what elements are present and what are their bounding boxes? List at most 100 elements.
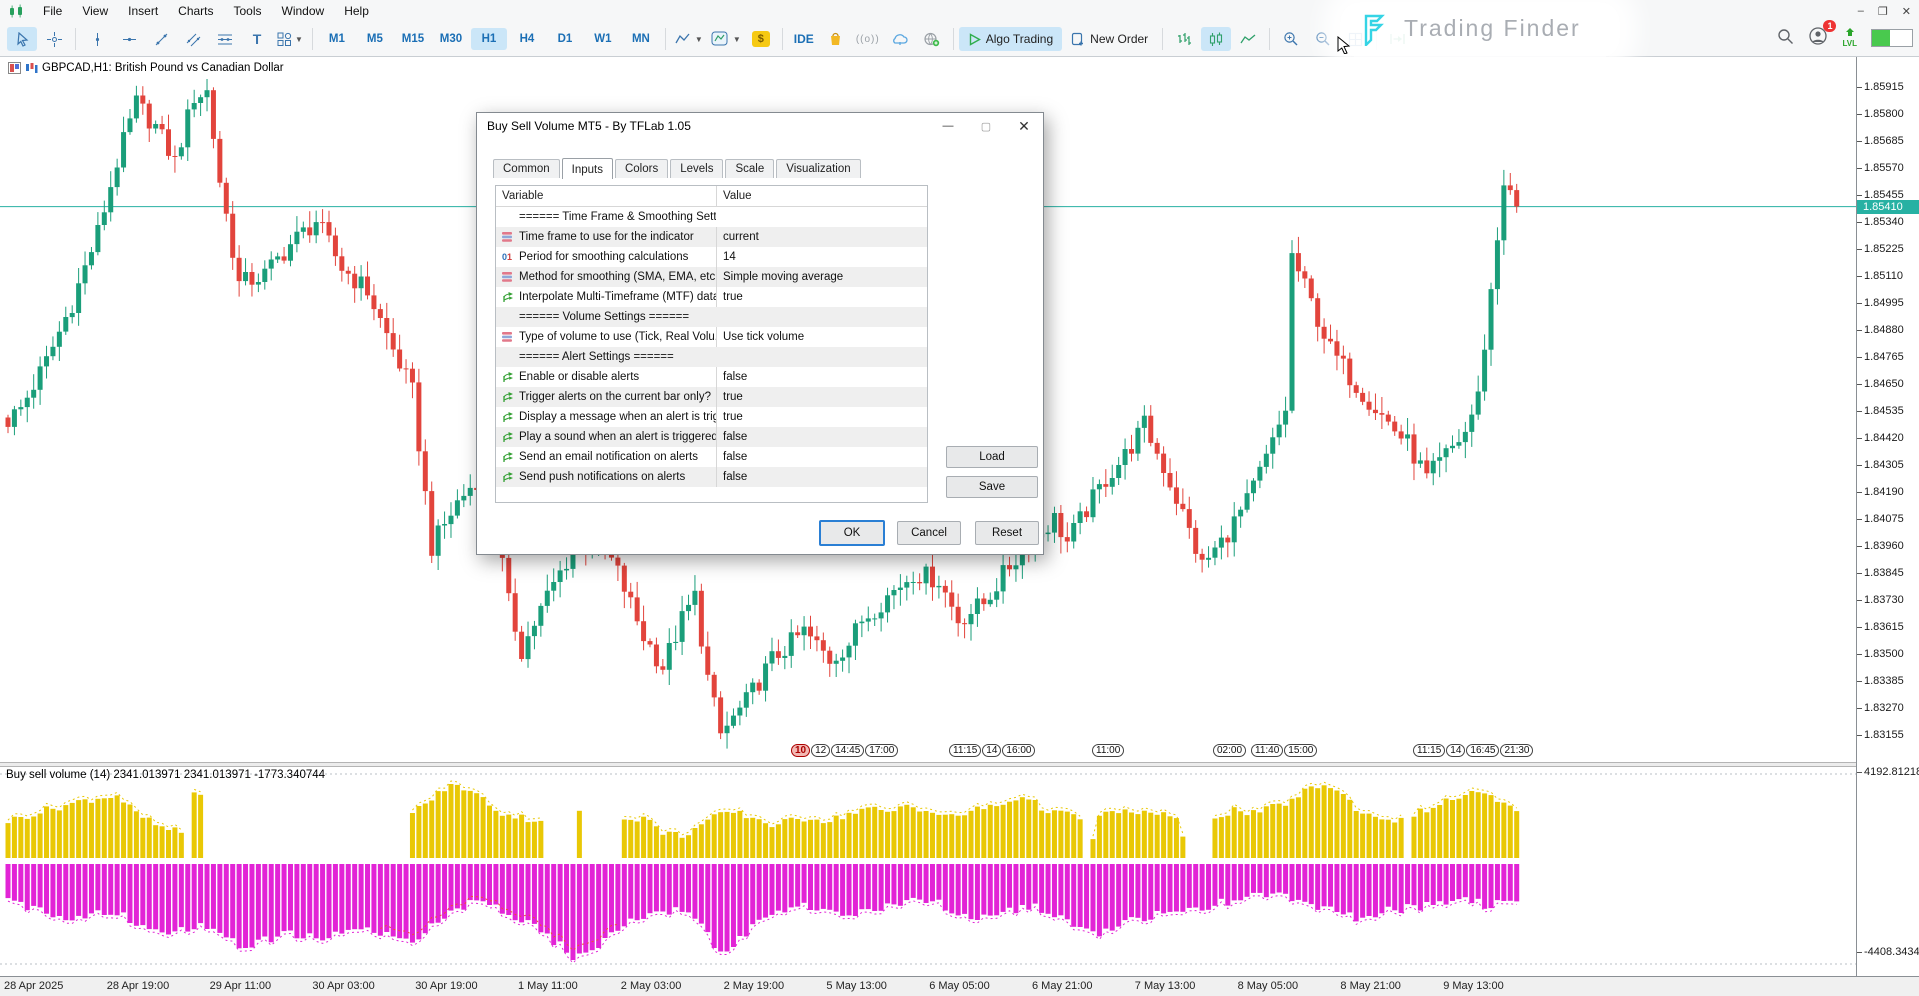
timeframe-MN[interactable]: MN xyxy=(623,28,659,50)
cancel-button[interactable]: Cancel xyxy=(897,521,961,545)
dialog-minimize-button[interactable]: — xyxy=(929,120,967,132)
input-row[interactable]: 01Period for smoothing calculations14 xyxy=(496,247,927,267)
indicators-button[interactable]: ▼ xyxy=(672,27,706,51)
zoom-in-button[interactable] xyxy=(1276,27,1306,51)
menu-charts[interactable]: Charts xyxy=(168,1,223,21)
input-row[interactable]: Display a message when an alert is trig.… xyxy=(496,407,927,427)
variable-column-header[interactable]: Variable xyxy=(496,186,716,206)
horizontal-line-tool-button[interactable] xyxy=(114,27,144,51)
input-row[interactable]: Trigger alerts on the current bar only?t… xyxy=(496,387,927,407)
alert-time-tag[interactable]: 11:00 xyxy=(1092,744,1124,757)
menu-window[interactable]: Window xyxy=(272,1,335,21)
cloud-button[interactable] xyxy=(885,27,915,51)
timeframe-H1[interactable]: H1 xyxy=(471,28,507,50)
crosshair-tool-button[interactable] xyxy=(39,27,69,51)
alert-time-tag[interactable]: 16:45 xyxy=(1466,744,1499,757)
price-axis[interactable]: 1.859151.858001.856851.855701.854551.853… xyxy=(1856,56,1919,977)
menu-tools[interactable]: Tools xyxy=(224,1,272,21)
alert-time-tag[interactable]: 14 xyxy=(1446,744,1465,757)
market-button[interactable] xyxy=(821,27,851,51)
input-row[interactable]: Method for smoothing (SMA, EMA, etc.)Sim… xyxy=(496,267,927,287)
bar-chart-type-button[interactable] xyxy=(1169,27,1199,51)
dialog-tab-visualization[interactable]: Visualization xyxy=(776,159,860,178)
window-close-button[interactable]: ✕ xyxy=(1902,5,1911,18)
fibonacci-tool-button[interactable] xyxy=(210,27,240,51)
input-value-cell[interactable]: true xyxy=(716,287,927,307)
alert-time-tag[interactable]: 11:15 xyxy=(1413,744,1445,757)
trendline-tool-button[interactable] xyxy=(146,27,176,51)
search-icon[interactable] xyxy=(1777,28,1794,48)
tile-windows-button[interactable] xyxy=(1340,27,1370,51)
input-value-cell[interactable]: current xyxy=(716,227,927,247)
dialog-tab-scale[interactable]: Scale xyxy=(725,159,774,178)
input-value-cell[interactable]: false xyxy=(716,427,927,447)
input-row[interactable]: Send an email notification on alertsfals… xyxy=(496,447,927,467)
alert-time-tag[interactable]: 15:00 xyxy=(1284,744,1317,757)
time-axis[interactable]: 28 Apr 202528 Apr 19:0029 Apr 11:0030 Ap… xyxy=(0,976,1919,996)
dialog-tab-colors[interactable]: Colors xyxy=(615,159,668,178)
shapes-tool-button[interactable]: ▼ xyxy=(274,27,306,51)
timeframe-M30[interactable]: M30 xyxy=(433,28,469,50)
value-column-header[interactable]: Value xyxy=(716,186,927,206)
line-chart-type-button[interactable] xyxy=(1233,27,1263,51)
level-icon[interactable]: LVL xyxy=(1842,28,1857,48)
signals-button[interactable]: ((o)) xyxy=(853,27,883,51)
input-row[interactable]: ====== Time Frame & Smoothing Settin... xyxy=(496,207,927,227)
ok-button[interactable]: OK xyxy=(819,520,885,546)
input-value-cell[interactable]: false xyxy=(716,447,927,467)
input-value-cell[interactable]: Use tick volume xyxy=(716,327,927,347)
deposit-button[interactable]: $ xyxy=(746,27,776,51)
cursor-tool-button[interactable] xyxy=(7,27,37,51)
menu-help[interactable]: Help xyxy=(334,1,379,21)
timeframe-M5[interactable]: M5 xyxy=(357,28,393,50)
timeframe-D1[interactable]: D1 xyxy=(547,28,583,50)
input-row[interactable]: ====== Volume Settings ====== xyxy=(496,307,927,327)
input-row[interactable]: Play a sound when an alert is triggeredf… xyxy=(496,427,927,447)
input-row[interactable]: Type of volume to use (Tick, Real Volu..… xyxy=(496,327,927,347)
alert-time-tag[interactable]: 10 xyxy=(791,744,810,757)
timeframe-M1[interactable]: M1 xyxy=(319,28,355,50)
dialog-tab-common[interactable]: Common xyxy=(493,159,560,178)
alert-time-tag[interactable]: 12 xyxy=(811,744,830,757)
dialog-maximize-button[interactable]: ▢ xyxy=(967,120,1005,133)
channel-tool-button[interactable] xyxy=(178,27,208,51)
load-button[interactable]: Load xyxy=(946,446,1038,468)
chart-profile-button[interactable]: ▼ xyxy=(708,27,744,51)
algo-trading-button[interactable]: Algo Trading xyxy=(959,27,1062,51)
dialog-close-button[interactable]: ✕ xyxy=(1005,118,1043,135)
timeframe-H4[interactable]: H4 xyxy=(509,28,545,50)
alert-time-tag[interactable]: 14:45 xyxy=(831,744,864,757)
input-row[interactable]: Time frame to use for the indicatorcurre… xyxy=(496,227,927,247)
dialog-tab-levels[interactable]: Levels xyxy=(670,159,723,178)
reset-button[interactable]: Reset xyxy=(975,521,1039,545)
input-row[interactable]: Send push notifications on alertsfalse xyxy=(496,467,927,487)
menu-view[interactable]: View xyxy=(72,1,118,21)
input-value-cell[interactable]: 14 xyxy=(716,247,927,267)
community-button[interactable] xyxy=(917,27,947,51)
save-button[interactable]: Save xyxy=(946,476,1038,498)
alert-time-tag[interactable]: 21:30 xyxy=(1500,744,1533,757)
alert-time-tag[interactable]: 11:15 xyxy=(949,744,981,757)
timeframe-M15[interactable]: M15 xyxy=(395,28,431,50)
input-value-cell[interactable]: false xyxy=(716,367,927,387)
timeframe-W1[interactable]: W1 xyxy=(585,28,621,50)
alert-time-tag[interactable]: 14 xyxy=(982,744,1001,757)
chart-shift-button[interactable] xyxy=(1383,27,1413,51)
buy-sell-volume-pane[interactable] xyxy=(0,766,1856,977)
menu-file[interactable]: File xyxy=(33,1,72,21)
menu-insert[interactable]: Insert xyxy=(118,1,168,21)
alert-time-tag[interactable]: 16:00 xyxy=(1002,744,1035,757)
candlestick-chart-type-button[interactable] xyxy=(1201,27,1231,51)
metaeditor-ide-button[interactable]: IDE xyxy=(789,27,819,51)
input-value-cell[interactable]: Simple moving average xyxy=(716,267,927,287)
input-value-cell[interactable]: true xyxy=(716,407,927,427)
zoom-out-button[interactable] xyxy=(1308,27,1338,51)
input-row[interactable]: Enable or disable alertsfalse xyxy=(496,367,927,387)
alert-time-tag[interactable]: 02:00 xyxy=(1213,744,1246,757)
vertical-line-tool-button[interactable] xyxy=(82,27,112,51)
dialog-titlebar[interactable]: Buy Sell Volume MT5 - By TFLab 1.05 — ▢ … xyxy=(477,113,1043,139)
input-value-cell[interactable]: false xyxy=(716,467,927,487)
window-restore-button[interactable]: ❐ xyxy=(1878,5,1888,18)
new-order-button[interactable]: New Order xyxy=(1062,27,1157,51)
input-row[interactable]: Interpolate Multi-Timeframe (MTF) data?t… xyxy=(496,287,927,307)
